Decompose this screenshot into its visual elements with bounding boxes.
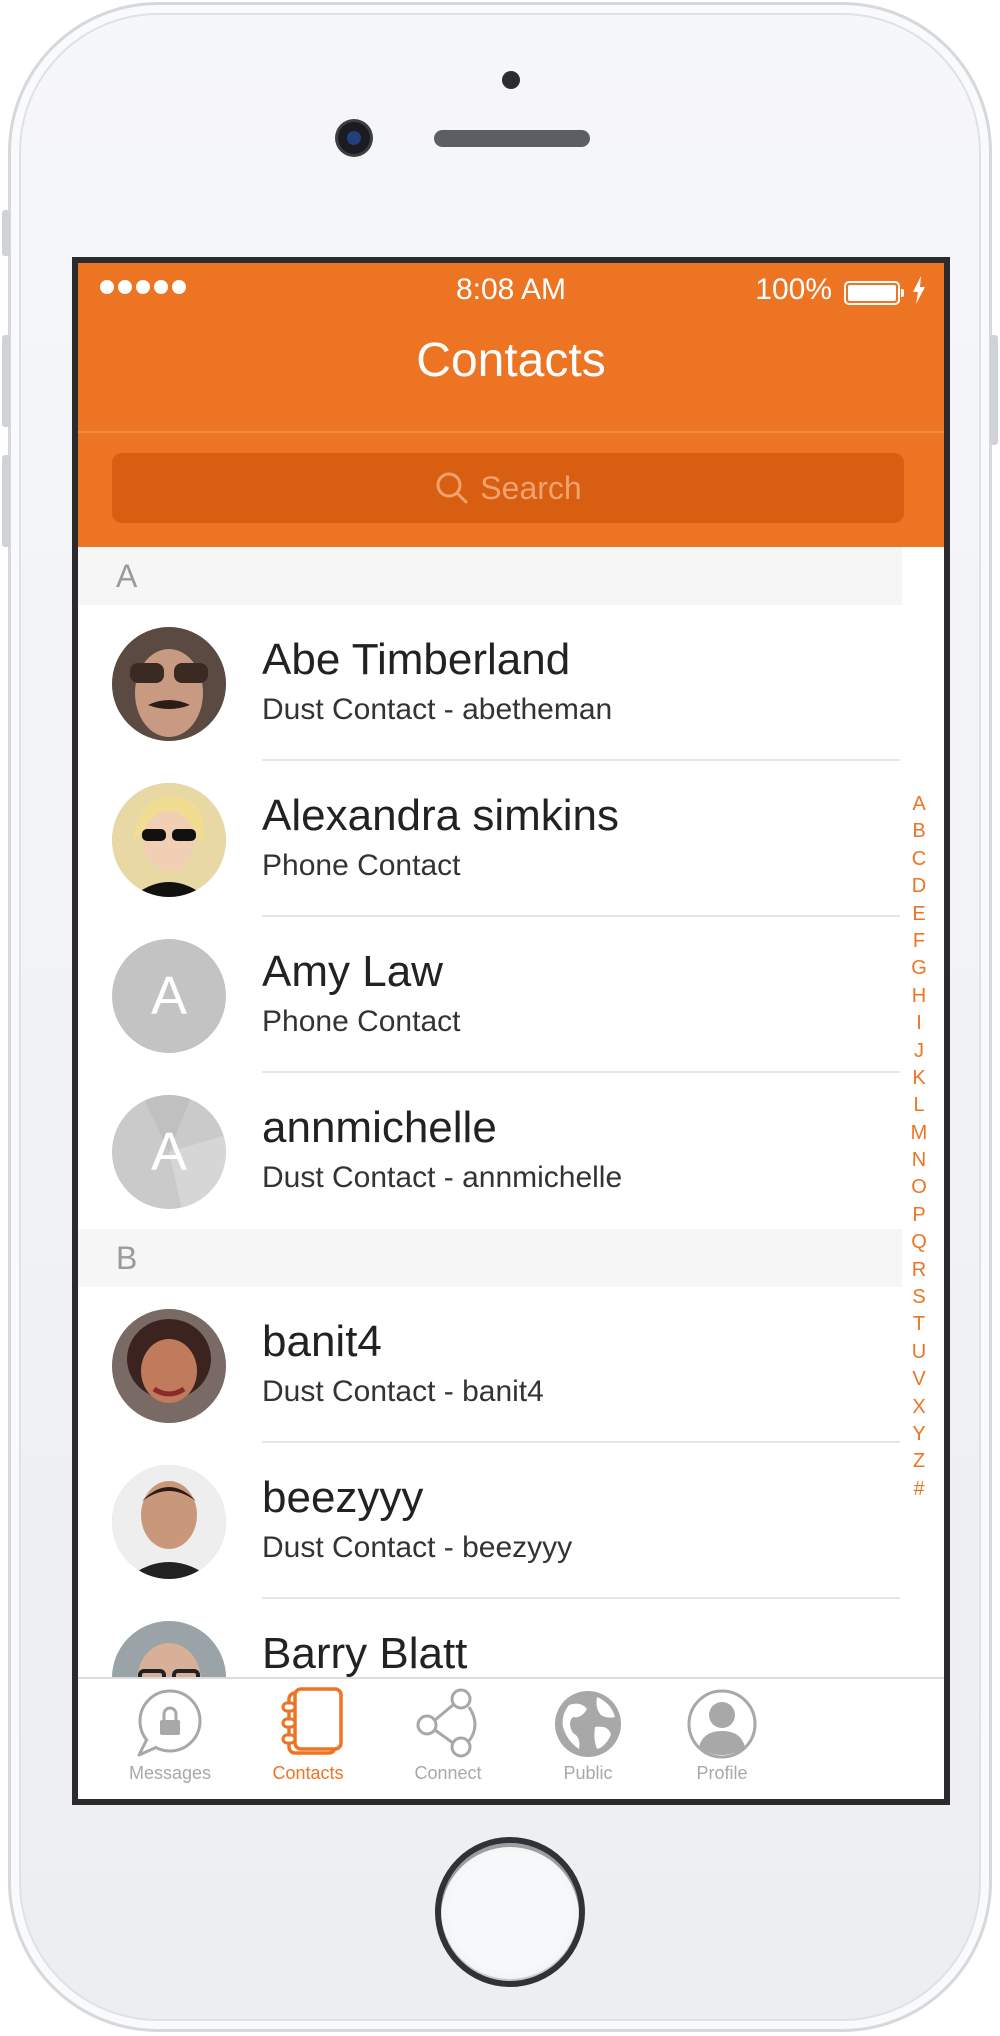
lock-bubble-icon: [137, 1689, 202, 1757]
tab-bar: Messages Contacts Connect Public Profile: [78, 1677, 944, 1799]
index-letter[interactable]: G: [911, 955, 927, 982]
volume-up-button: [2, 335, 10, 427]
contact-name: banit4: [262, 1317, 382, 1366]
index-letter[interactable]: X: [912, 1394, 925, 1421]
contact-subtitle: Phone Contact: [262, 849, 461, 882]
index-letter[interactable]: M: [911, 1120, 928, 1147]
contact-row[interactable]: beezyyy Dust Contact - beezyyy: [78, 1443, 944, 1599]
tab-public[interactable]: Public: [528, 1687, 648, 1799]
address-book-icon: [281, 1687, 343, 1755]
index-letter[interactable]: F: [913, 928, 925, 955]
tab-connect[interactable]: Connect: [388, 1687, 508, 1799]
avatar-initial: A: [112, 1095, 226, 1209]
section-header-b: B: [78, 1229, 902, 1287]
tab-profile[interactable]: Profile: [662, 1687, 782, 1799]
avatar: [112, 1309, 226, 1423]
nav-header: 8:08 AM 100% Contacts Search: [78, 263, 944, 547]
avatar-letter: A: [150, 1122, 188, 1182]
battery-percentage: 100%: [755, 273, 832, 306]
avatar: [112, 1621, 226, 1677]
index-letter[interactable]: J: [914, 1038, 924, 1065]
avatar: [112, 1465, 226, 1579]
contact-name: Amy Law: [262, 947, 443, 996]
tab-profile-label: Profile: [696, 1763, 748, 1783]
avatar-letter: A: [150, 966, 188, 1026]
contact-subtitle: Dust Contact - beezyyy: [262, 1531, 573, 1564]
index-letter[interactable]: R: [912, 1257, 926, 1284]
index-letter[interactable]: O: [911, 1174, 927, 1201]
avatar: [112, 783, 226, 897]
index-letter[interactable]: N: [912, 1147, 926, 1174]
search-field[interactable]: Search: [112, 453, 904, 523]
index-letter[interactable]: K: [912, 1065, 925, 1092]
tab-public-label: Public: [563, 1763, 613, 1783]
index-letter[interactable]: #: [913, 1476, 924, 1503]
battery-icon: [844, 281, 904, 305]
index-letter[interactable]: V: [912, 1366, 925, 1393]
avatar: [112, 627, 226, 741]
contact-row[interactable]: A annmichelle Dust Contact - annmichelle: [78, 1073, 944, 1229]
mute-switch: [2, 210, 10, 256]
index-letter[interactable]: H: [912, 983, 926, 1010]
contact-name: Alexandra simkins: [262, 791, 620, 840]
bolt-icon: [913, 276, 925, 304]
index-letter[interactable]: Y: [912, 1421, 925, 1448]
contact-subtitle: Phone Contact: [262, 1005, 461, 1038]
magnifier-icon: [436, 472, 468, 504]
contact-row[interactable]: Abe Timberland Dust Contact - abetheman: [78, 605, 944, 761]
page-title: Contacts: [416, 334, 606, 387]
tab-messages-label: Messages: [128, 1763, 212, 1783]
index-letter[interactable]: Q: [911, 1229, 927, 1256]
index-letter[interactable]: B: [912, 818, 925, 845]
power-button: [990, 335, 998, 445]
contact-row[interactable]: A Amy Law Phone Contact: [78, 917, 944, 1073]
index-letter[interactable]: Z: [913, 1448, 925, 1475]
section-header-a: A: [78, 547, 902, 605]
contact-subtitle: Dust Contact - annmichelle: [262, 1161, 623, 1194]
volume-down-button: [2, 455, 10, 547]
index-letter[interactable]: C: [912, 846, 926, 873]
index-letter[interactable]: U: [912, 1339, 926, 1366]
header-divider: [78, 431, 944, 433]
contact-subtitle: Dust Contact - banit4: [262, 1375, 544, 1408]
home-button[interactable]: [435, 1837, 585, 1987]
front-camera: [338, 122, 370, 154]
tab-connect-label: Connect: [414, 1763, 482, 1783]
avatar-initial: A: [112, 939, 226, 1053]
index-letter[interactable]: D: [912, 873, 926, 900]
index-letter[interactable]: P: [912, 1202, 925, 1229]
globe-icon: [555, 1691, 621, 1757]
tab-contacts[interactable]: Contacts: [248, 1687, 368, 1799]
screen: 8:08 AM 100% Contacts Search A Abe Timbe…: [72, 257, 950, 1805]
contact-row[interactable]: Barry Blatt: [78, 1599, 944, 1677]
contact-subtitle: Dust Contact - abetheman: [262, 693, 613, 726]
contact-name: Abe Timberland: [262, 635, 571, 684]
index-letter[interactable]: L: [913, 1092, 924, 1119]
earpiece-speaker: [434, 130, 590, 147]
contact-name: annmichelle: [262, 1103, 497, 1152]
contact-row[interactable]: Alexandra simkins Phone Contact: [78, 761, 944, 917]
phone-frame: 8:08 AM 100% Contacts Search A Abe Timbe…: [2, 2, 998, 2032]
contact-name: Barry Blatt: [262, 1629, 468, 1677]
contact-name: beezyyy: [262, 1473, 424, 1522]
section-index-bar[interactable]: A B C D E F G H I J K L M N O P Q R S T U V X Y Z #: [904, 791, 934, 1503]
proximity-sensor: [502, 71, 520, 89]
tab-contacts-label: Contacts: [272, 1763, 344, 1783]
index-letter[interactable]: T: [913, 1311, 925, 1338]
index-letter[interactable]: I: [916, 1010, 922, 1037]
contact-list[interactable]: A Abe Timberland Dust Contact - abethema…: [78, 547, 944, 1677]
person-icon: [687, 1689, 757, 1759]
index-letter[interactable]: A: [912, 791, 925, 818]
status-bar: 8:08 AM 100%: [78, 263, 944, 313]
share-nodes-icon: [416, 1688, 477, 1758]
index-letter[interactable]: S: [912, 1284, 925, 1311]
contact-row[interactable]: banit4 Dust Contact - banit4: [78, 1287, 944, 1443]
tab-messages[interactable]: Messages: [110, 1687, 230, 1799]
search-placeholder: Search: [480, 469, 582, 506]
index-letter[interactable]: E: [912, 901, 925, 928]
